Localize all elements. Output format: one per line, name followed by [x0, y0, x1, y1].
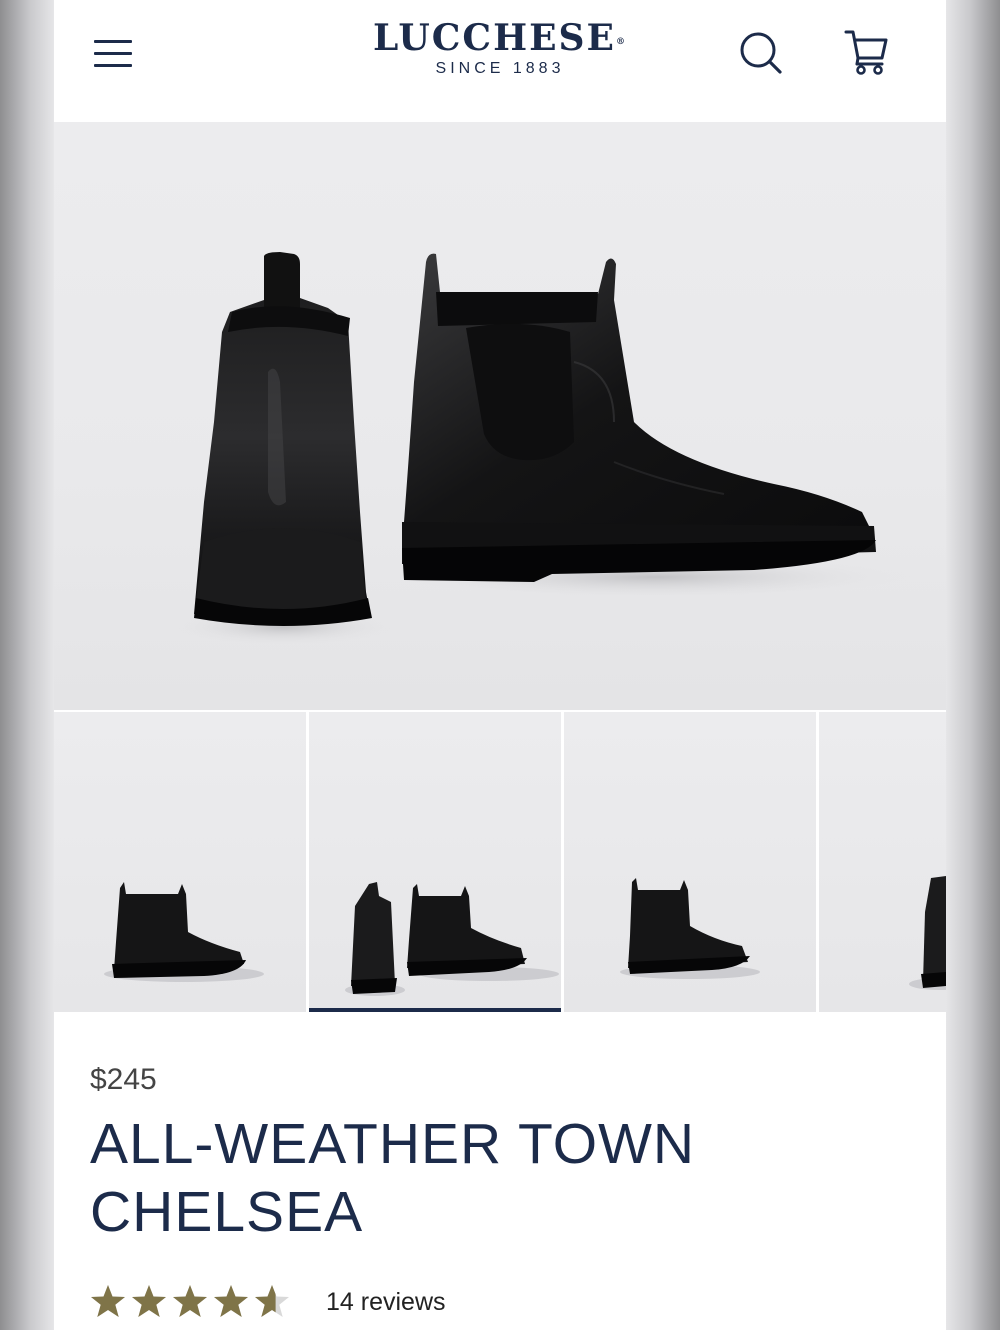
- site-header: LUCCHESE® SINCE 1883: [54, 0, 946, 122]
- brand-logo[interactable]: LUCCHESE® SINCE 1883: [350, 18, 650, 78]
- product-info: $245 ALL-WEATHER TOWN CHELSEA 14 reviews: [90, 1060, 910, 1317]
- star-icon: [255, 1285, 289, 1317]
- hamburger-menu-icon[interactable]: [94, 38, 136, 72]
- star-icon: [214, 1285, 248, 1317]
- product-main-image[interactable]: [54, 122, 946, 710]
- thumbnail-strip: [54, 712, 946, 1012]
- thumbnail-4[interactable]: [819, 712, 946, 1012]
- search-icon[interactable]: [738, 30, 784, 76]
- thumbnail-3[interactable]: [564, 712, 816, 1012]
- brand-name: LUCCHESE®: [373, 17, 627, 59]
- product-rating[interactable]: 14 reviews: [90, 1282, 446, 1322]
- star-rating: [90, 1284, 300, 1320]
- shopping-cart-icon[interactable]: [844, 28, 890, 76]
- brand-tagline: SINCE 1883: [435, 60, 565, 77]
- star-icon: [132, 1285, 166, 1317]
- star-icon: [91, 1285, 125, 1317]
- reviews-link[interactable]: 14 reviews: [326, 1288, 446, 1317]
- product-price: $245: [90, 1063, 157, 1096]
- product-page: LUCCHESE® SINCE 1883 $245 ALL-WEATHER TO…: [54, 0, 946, 1330]
- product-title: ALL-WEATHER TOWN CHELSEA: [90, 1112, 696, 1244]
- thumbnail-1[interactable]: [54, 712, 306, 1012]
- star-icon: [173, 1285, 207, 1317]
- thumbnail-2[interactable]: [309, 712, 561, 1012]
